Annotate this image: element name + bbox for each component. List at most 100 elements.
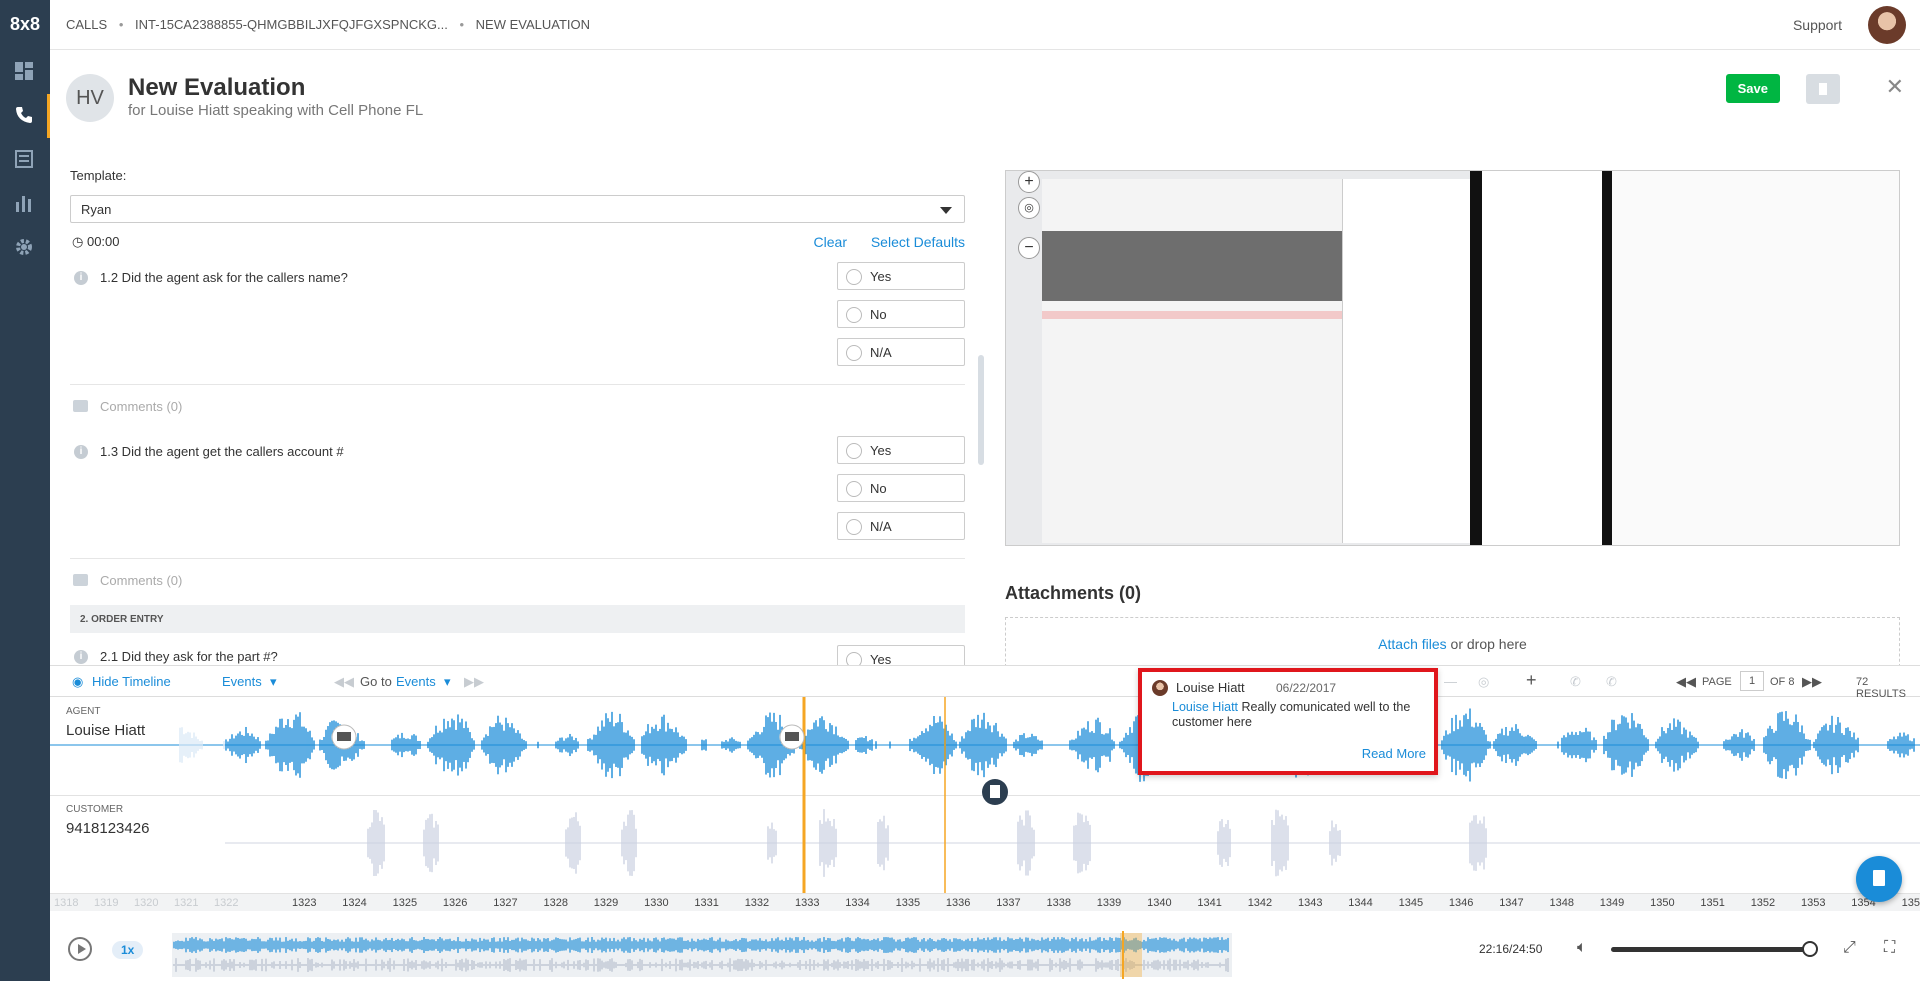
note-icon xyxy=(1873,870,1885,886)
zoom-out-button[interactable]: − xyxy=(1018,237,1040,259)
waveform-area[interactable]: AGENT Louise Hiatt CUSTOMER 9418123426 xyxy=(50,697,1920,897)
evaluation-header: HV New Evaluation for Louise Hiatt speak… xyxy=(50,50,1920,140)
volume-slider[interactable] xyxy=(1611,947,1811,952)
play-button[interactable] xyxy=(68,937,92,961)
mention-link[interactable]: Louise Hiatt xyxy=(1172,700,1238,714)
events-dropdown[interactable]: Events xyxy=(222,674,262,689)
question-text: 1.3 Did the agent get the callers accoun… xyxy=(100,444,344,459)
save-button[interactable]: Save xyxy=(1725,74,1780,103)
overview-waveform[interactable] xyxy=(172,919,1232,979)
option-na[interactable]: N/A xyxy=(837,512,965,540)
ruler-tick: 1336 xyxy=(945,897,971,909)
radio-button[interactable] xyxy=(846,269,862,285)
option-no[interactable]: No xyxy=(837,300,965,328)
calls-nav[interactable] xyxy=(0,94,50,138)
question-text: 1.2 Did the agent ask for the callers na… xyxy=(100,270,348,285)
comments-toggle[interactable]: Comments (0) xyxy=(70,558,965,588)
evaluations-nav[interactable] xyxy=(0,138,50,182)
radio-button[interactable] xyxy=(846,307,862,323)
comment-body: Louise Hiatt Really comunicated well to … xyxy=(1172,700,1434,730)
read-more-link[interactable]: Read More xyxy=(1362,746,1426,761)
ruler-tick: 1328 xyxy=(543,897,568,909)
user-avatar[interactable] xyxy=(1868,6,1906,44)
evaluation-form: Template: Ryan ◷ 00:00 Clear Select Defa… xyxy=(70,168,965,665)
option-yes[interactable]: Yes xyxy=(837,436,965,464)
phone-icon xyxy=(16,107,32,123)
screen-capture-preview[interactable]: + ◎ − xyxy=(1005,170,1900,546)
radio-button[interactable] xyxy=(846,481,862,497)
breadcrumb-calls[interactable]: CALLS xyxy=(66,17,107,32)
template-value: Ryan xyxy=(81,202,112,217)
previous-page-icon[interactable]: ◀◀ xyxy=(1676,674,1696,690)
fullscreen-icon[interactable]: ⛶ xyxy=(1884,939,1895,957)
app-logo: 8x8 xyxy=(9,14,41,34)
volume-icon[interactable]: 🔈︎ xyxy=(1577,939,1587,957)
ruler-tick: 1327 xyxy=(493,897,518,909)
ruler-tick: 1325 xyxy=(392,897,418,909)
call-end-icon[interactable]: ✆ xyxy=(1606,674,1617,690)
attachment-drop-zone[interactable]: Attach files or drop here xyxy=(1005,617,1900,667)
top-bar: CALLS • INT-15CA2388855-QHMGBBILJXFQJFGX… xyxy=(50,0,1920,50)
select-defaults-link[interactable]: Select Defaults xyxy=(871,234,965,250)
clear-link[interactable]: Clear xyxy=(814,234,847,250)
delete-button[interactable] xyxy=(1806,74,1840,104)
ruler-tick: 1348 xyxy=(1549,897,1574,909)
zoom-out-icon[interactable]: — xyxy=(1444,674,1457,689)
zoom-in-icon[interactable]: + xyxy=(1526,670,1537,691)
attach-files-link[interactable]: Attach files xyxy=(1378,636,1446,652)
zoom-reset-icon[interactable]: ◎ xyxy=(1018,197,1040,219)
event-marker[interactable] xyxy=(982,779,1008,805)
radio-button[interactable] xyxy=(846,443,862,459)
ruler-tick-faded: 1321 xyxy=(174,897,199,909)
timeline-ruler[interactable]: 1318 1319 1320 1321 1322 1323 1324 1325 1326 1327… xyxy=(50,893,1920,911)
chevron-down-icon xyxy=(940,207,952,214)
overview-background xyxy=(172,933,1232,977)
close-icon[interactable]: ✕ xyxy=(1886,74,1904,100)
reports-nav[interactable] xyxy=(0,182,50,226)
option-na[interactable]: N/A xyxy=(837,338,965,366)
call-start-icon[interactable]: ✆ xyxy=(1570,674,1581,690)
support-link[interactable]: Support xyxy=(1793,17,1842,33)
add-note-button[interactable] xyxy=(1856,856,1902,902)
form-scrollbar[interactable] xyxy=(978,355,984,465)
zoom-in-button[interactable]: + xyxy=(1018,171,1040,193)
option-label: Yes xyxy=(870,443,892,458)
comment-popup: Louise Hiatt 06/22/2017 Louise Hiatt Rea… xyxy=(1138,668,1438,775)
timeline-toolbar: ◉ Hide Timeline Events ▾ ◀◀ Go to Events… xyxy=(50,665,1920,700)
comments-label: Comments (0) xyxy=(100,399,183,414)
next-page-icon[interactable]: ▶▶ xyxy=(1802,674,1822,690)
comments-toggle[interactable]: Comments (0) xyxy=(70,384,965,414)
template-select[interactable]: Ryan xyxy=(70,195,965,223)
volume-handle[interactable] xyxy=(1802,941,1818,957)
breadcrumb-current: NEW EVALUATION xyxy=(475,17,591,32)
radio-button[interactable] xyxy=(846,652,862,665)
ruler-tick-faded: 1320 xyxy=(134,897,159,909)
fit-icon[interactable]: ⤢ xyxy=(1843,939,1856,957)
option-yes[interactable]: Yes xyxy=(837,262,965,290)
radio-button[interactable] xyxy=(846,519,862,535)
settings-nav[interactable] xyxy=(0,226,50,270)
radio-button[interactable] xyxy=(846,345,862,361)
dashboard-nav[interactable] xyxy=(0,50,50,94)
page-label: PAGE xyxy=(1702,676,1732,688)
ruler-tick: 1338 xyxy=(1046,897,1071,909)
next-event-icon[interactable]: ▶▶ xyxy=(464,674,484,690)
info-icon[interactable]: i xyxy=(74,650,88,664)
info-icon[interactable]: i xyxy=(74,271,88,285)
breadcrumb-interaction[interactable]: INT-15CA2388855-QHMGBBILJXFQJFGXSPNCKG..… xyxy=(135,17,448,32)
ruler-tick: 1343 xyxy=(1298,897,1323,909)
option-no[interactable]: No xyxy=(837,474,965,502)
option-label: N/A xyxy=(870,519,892,534)
previous-event-icon[interactable]: ◀◀ xyxy=(334,674,354,690)
gear-icon xyxy=(16,239,32,255)
option-yes[interactable]: Yes xyxy=(837,645,965,665)
info-icon[interactable]: i xyxy=(74,445,88,459)
ruler-tick-faded: 1319 xyxy=(94,897,119,909)
playback-speed[interactable]: 1x xyxy=(112,941,144,959)
eye-icon[interactable]: ◉ xyxy=(72,674,83,690)
page-input[interactable]: 1 xyxy=(1740,671,1764,691)
zoom-fit-icon[interactable]: ◎ xyxy=(1478,674,1489,690)
hide-timeline-button[interactable]: Hide Timeline xyxy=(92,674,171,689)
ruler-tick: 1333 xyxy=(795,897,820,909)
goto-events-dropdown[interactable]: Events xyxy=(396,674,436,689)
